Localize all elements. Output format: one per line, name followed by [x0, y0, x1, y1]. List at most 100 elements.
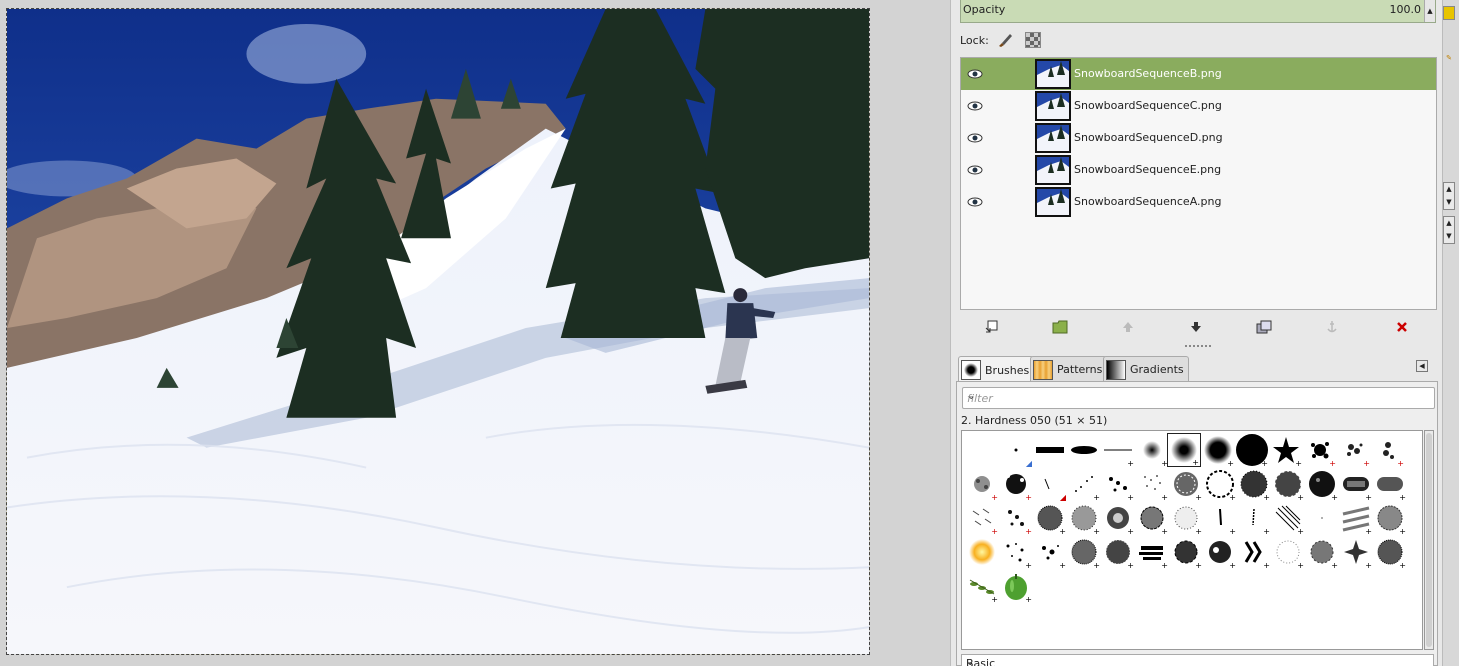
- pencil-icon[interactable]: ✎: [1443, 54, 1455, 66]
- fg-color-swatch[interactable]: [1443, 6, 1455, 20]
- layer-thumbnail: [1035, 187, 1071, 217]
- brush-cell[interactable]: +: [1067, 501, 1101, 536]
- brush-cell[interactable]: +: [999, 569, 1033, 604]
- brush-cell[interactable]: +: [1271, 467, 1305, 502]
- tab-gradients[interactable]: Gradients: [1103, 356, 1189, 382]
- brush-cell[interactable]: +: [1101, 535, 1135, 570]
- brush-cell[interactable]: +: [1237, 501, 1271, 536]
- brush-cell[interactable]: +: [1235, 433, 1269, 468]
- chevron-down-icon[interactable]: ⌄: [967, 391, 1428, 402]
- brush-cell[interactable]: [965, 535, 999, 569]
- brush-cell[interactable]: +: [1339, 501, 1373, 536]
- layer-name[interactable]: SnowboardSequenceD.png: [1074, 131, 1223, 144]
- opacity-spinner[interactable]: ▲: [1424, 0, 1435, 22]
- brush-cell[interactable]: +: [965, 501, 999, 536]
- layer-name[interactable]: SnowboardSequenceC.png: [1074, 99, 1222, 112]
- brush-cell[interactable]: +: [1067, 467, 1101, 502]
- new-layer-icon[interactable]: [982, 317, 1002, 337]
- visibility-eye-icon[interactable]: [967, 162, 983, 178]
- scrollbar-thumb[interactable]: [1426, 433, 1432, 647]
- brush-cell[interactable]: +: [1203, 501, 1237, 536]
- raise-layer-icon[interactable]: [1118, 317, 1138, 337]
- duplicate-layer-icon[interactable]: [1254, 317, 1274, 337]
- brush-cell[interactable]: +: [1169, 535, 1203, 570]
- brush-preset-select[interactable]: Basic ⌄: [961, 654, 1434, 666]
- brush-cell[interactable]: +: [1237, 467, 1271, 502]
- layer-row[interactable]: SnowboardSequenceD.png: [961, 122, 1436, 154]
- brush-grid-scrollbar[interactable]: [1424, 430, 1434, 650]
- brush-cell[interactable]: ◢: [1033, 467, 1067, 502]
- brush-cell[interactable]: +: [965, 569, 999, 604]
- spinner-control[interactable]: ▲ ▼: [1443, 216, 1455, 244]
- brush-cell[interactable]: +: [1135, 535, 1169, 570]
- brush-cell[interactable]: +: [999, 501, 1033, 536]
- tab-menu-icon[interactable]: ◀: [1416, 360, 1428, 372]
- brush-cell[interactable]: [965, 433, 999, 467]
- brush-grid[interactable]: ◢ + + + + + + + + + + + ◢ + + + + + + + …: [961, 430, 1423, 650]
- brush-cell[interactable]: +: [1033, 501, 1067, 536]
- layer-row[interactable]: SnowboardSequenceC.png: [961, 90, 1436, 122]
- brush-cell[interactable]: +: [999, 535, 1033, 570]
- brush-cell[interactable]: +: [1303, 433, 1337, 468]
- brush-cell[interactable]: +: [1339, 467, 1373, 502]
- brush-cell[interactable]: [1305, 501, 1339, 535]
- brush-cell[interactable]: +: [1203, 467, 1237, 502]
- image-canvas-area[interactable]: [0, 0, 950, 666]
- brush-cell[interactable]: +: [1169, 501, 1203, 536]
- brush-cell[interactable]: +: [1203, 535, 1237, 570]
- anchor-layer-icon[interactable]: [1322, 317, 1342, 337]
- visibility-eye-icon[interactable]: [967, 98, 983, 114]
- spinner-control[interactable]: ▲ ▼: [1443, 182, 1455, 210]
- lower-layer-icon[interactable]: [1186, 317, 1206, 337]
- brush-cell[interactable]: +: [1271, 535, 1305, 570]
- brush-cell[interactable]: +: [1101, 433, 1135, 468]
- tab-patterns[interactable]: Patterns: [1030, 356, 1108, 382]
- brush-cell[interactable]: ◢: [999, 433, 1033, 468]
- brush-cell[interactable]: +: [1373, 501, 1407, 536]
- brush-cell[interactable]: +: [1339, 535, 1373, 570]
- layer-name[interactable]: SnowboardSequenceA.png: [1074, 195, 1221, 208]
- brush-cell[interactable]: +: [1201, 433, 1235, 468]
- brush-cell[interactable]: [1067, 433, 1101, 467]
- brush-cell[interactable]: +: [1169, 467, 1203, 502]
- brush-cell[interactable]: +: [965, 467, 999, 502]
- brush-cell[interactable]: +: [1305, 535, 1339, 570]
- brush-cell[interactable]: [1033, 433, 1067, 467]
- visibility-eye-icon[interactable]: [967, 130, 983, 146]
- lock-pixels-icon[interactable]: [997, 32, 1013, 48]
- brush-cell[interactable]: +: [1373, 467, 1407, 502]
- brush-cell[interactable]: +: [1101, 467, 1135, 502]
- image-canvas[interactable]: [6, 8, 870, 655]
- layers-list[interactable]: SnowboardSequenceB.png SnowboardSequence…: [960, 57, 1437, 310]
- brush-cell[interactable]: +: [1271, 501, 1305, 536]
- brush-filter-input[interactable]: filter ⌄: [962, 387, 1435, 409]
- visibility-eye-icon[interactable]: [967, 66, 983, 82]
- layer-name[interactable]: SnowboardSequenceE.png: [1074, 163, 1221, 176]
- brush-cell[interactable]: +: [1337, 433, 1371, 468]
- tab-brushes[interactable]: Brushes: [958, 356, 1035, 383]
- brush-cell[interactable]: +: [1135, 467, 1169, 502]
- chevron-down-icon[interactable]: ⌄: [966, 657, 1427, 666]
- layer-row[interactable]: SnowboardSequenceA.png: [961, 186, 1436, 218]
- layer-row[interactable]: SnowboardSequenceB.png: [961, 58, 1436, 90]
- brush-cell[interactable]: +: [1135, 501, 1169, 536]
- opacity-slider[interactable]: Opacity 100.0 ▲: [960, 0, 1436, 23]
- visibility-eye-icon[interactable]: [967, 194, 983, 210]
- brush-cell[interactable]: +: [1237, 535, 1271, 570]
- brush-cell[interactable]: +: [1135, 433, 1169, 468]
- brush-cell[interactable]: +: [1067, 535, 1101, 570]
- layer-name[interactable]: SnowboardSequenceB.png: [1074, 67, 1222, 80]
- brush-cell[interactable]: +: [1101, 501, 1135, 536]
- brush-cell[interactable]: +: [999, 467, 1033, 502]
- delete-layer-icon[interactable]: [1392, 317, 1412, 337]
- panel-resize-grip[interactable]: [1185, 345, 1211, 348]
- brush-cell[interactable]: +: [1033, 535, 1067, 570]
- layer-row[interactable]: SnowboardSequenceE.png: [961, 154, 1436, 186]
- brush-cell[interactable]: +: [1373, 535, 1407, 570]
- brush-cell-selected[interactable]: +: [1167, 433, 1201, 467]
- brush-cell[interactable]: +: [1371, 433, 1405, 468]
- brush-cell[interactable]: +: [1269, 433, 1303, 468]
- lock-alpha-icon[interactable]: [1025, 32, 1041, 48]
- brush-cell[interactable]: +: [1305, 467, 1339, 502]
- new-layer-group-icon[interactable]: [1050, 317, 1070, 337]
